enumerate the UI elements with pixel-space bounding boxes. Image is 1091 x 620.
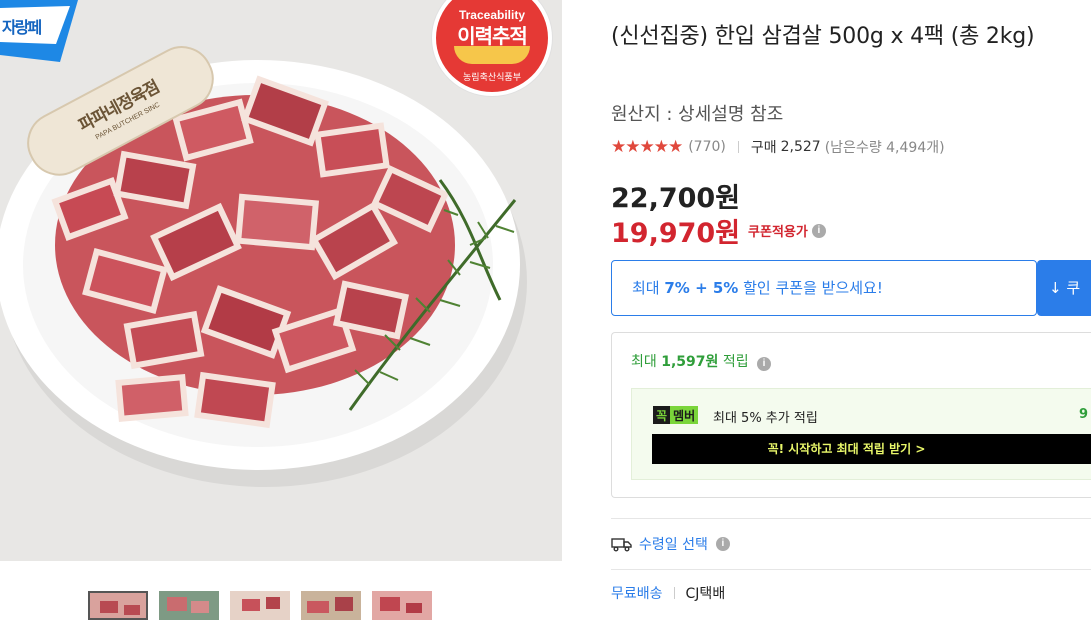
product-info-panel: (신선집중) 한입 삼겹살 500g x 4팩 (총 2kg) 원산지 : 상세… — [611, 0, 1091, 620]
thumbnail-5[interactable] — [372, 591, 432, 620]
points-suffix: 적립 — [718, 354, 749, 370]
membership-logo-part-2: 멤버 — [670, 406, 699, 424]
origin-text: 원산지 : 상세설명 참조 — [611, 104, 784, 125]
trace-organization: 농림축산식품부 — [463, 73, 521, 83]
original-price: 22,700원 — [611, 183, 741, 214]
purchase-count: 2,527 — [780, 139, 821, 155]
points-amount: 1,597원 — [661, 354, 719, 370]
remaining-stock: (남은수량 4,494개) — [824, 140, 945, 156]
coupon-suffix: 할인 쿠폰을 받으세요! — [738, 279, 883, 297]
info-icon[interactable]: i — [811, 223, 826, 238]
sale-price-row: 19,970원 쿠폰적용가 i — [611, 211, 826, 250]
traceability-badge: Traceability 이력추적 농림축산식품부 — [432, 0, 552, 96]
section-divider — [611, 569, 1091, 570]
shipping-row: 무료배송 CJ택배 — [611, 583, 725, 603]
membership-logo: 꼭 멤버 — [653, 406, 699, 424]
event-corner-text: 자랑페 — [2, 18, 42, 37]
coupon-prefix: 최대 — [632, 279, 665, 297]
thumbnail-2[interactable] — [159, 591, 219, 620]
membership-cta-button[interactable]: 꼭! 시작하고 최대 적립 받기 > — [652, 434, 1091, 464]
main-product-image[interactable]: 자랑페 파파네정육점 PAPA BUTCHER SINC Traceabilit… — [0, 0, 562, 561]
product-gallery: 자랑페 파파네정육점 PAPA BUTCHER SINC Traceabilit… — [0, 0, 562, 620]
rating-stars: ★★★★★ — [611, 137, 683, 157]
free-shipping-label: 무료배송 — [611, 586, 663, 602]
truck-icon — [611, 538, 632, 552]
divider — [673, 587, 675, 599]
thumbnail-1[interactable] — [88, 591, 148, 620]
info-icon[interactable]: i — [757, 357, 772, 371]
membership-extra-value: 9 — [1079, 407, 1089, 422]
shipping-carrier: CJ택배 — [685, 586, 726, 602]
thumbnail-4[interactable] — [301, 591, 361, 620]
points-line: 최대 1,597원 적립 i — [631, 351, 772, 371]
rating-row: ★★★★★ (770) 구매 2,527 (남은수량 4,494개) — [611, 137, 945, 157]
trace-korean: 이력추적 — [457, 24, 528, 48]
coupon-applied-label: 쿠폰적용가 — [748, 225, 808, 240]
section-divider — [611, 518, 1091, 519]
product-title: (신선집중) 한입 삼겹살 500g x 4팩 (총 2kg) — [611, 24, 1035, 49]
sale-price: 19,970원 — [611, 218, 741, 249]
coupon-banner[interactable]: 최대 7% + 5% 할인 쿠폰을 받으세요! — [611, 260, 1037, 316]
coupon-highlight: 7% + 5% — [664, 279, 739, 297]
divider — [737, 141, 739, 153]
points-prefix: 최대 — [631, 354, 662, 370]
coupon-download-button[interactable]: ↓ 쿠 — [1037, 260, 1091, 316]
delivery-date-row[interactable]: 수령일 선택 i — [611, 534, 730, 554]
purchase-label: 구매 — [750, 140, 777, 156]
membership-logo-part-1: 꼭 — [653, 406, 671, 424]
review-count-link[interactable]: (770) — [688, 139, 726, 155]
thumbnail-3[interactable] — [230, 591, 290, 620]
membership-text: 최대 5% 추가 적립 — [713, 411, 818, 426]
delivery-date-select[interactable]: 수령일 선택 — [639, 534, 708, 554]
info-icon[interactable]: i — [715, 537, 730, 551]
